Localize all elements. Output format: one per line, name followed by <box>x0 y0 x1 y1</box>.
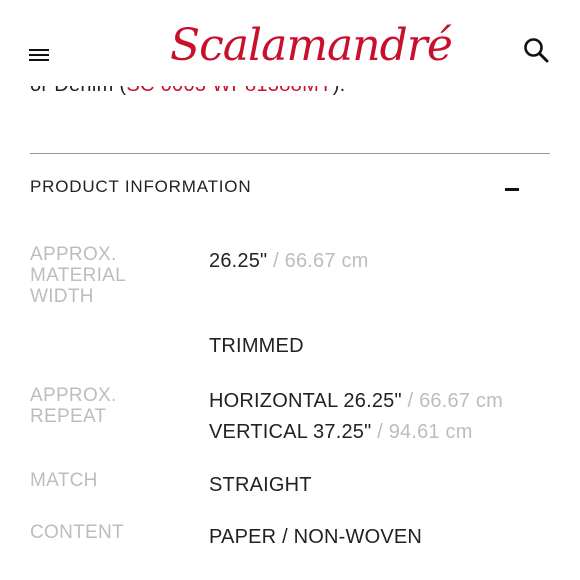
vertical-repeat-value: VERTICAL 37.25" / 94.61 cm <box>209 417 473 448</box>
finish-value: TRIMMED <box>209 335 304 357</box>
vertical-repeat-imperial: VERTICAL 37.25" <box>209 421 372 443</box>
vertical-repeat-metric: 94.61 cm <box>388 421 473 443</box>
product-information-heading[interactable]: PRODUCT INFORMATION <box>30 177 251 197</box>
material-width-value: 26.25" / 66.67 cm <box>209 246 369 277</box>
material-width-imperial: 26.25" <box>209 250 268 272</box>
unit-separator: / <box>407 390 414 412</box>
match-label: MATCH <box>30 470 98 491</box>
brand-logo[interactable]: Scalamandré <box>170 14 453 78</box>
horizontal-repeat-imperial: HORIZONTAL 26.25" <box>209 390 402 412</box>
content-label: CONTENT <box>30 522 124 543</box>
repeat-label: APPROX. REPEAT <box>30 385 117 427</box>
product-page: or Denim (SC 0003 WP81388MY). Scalamandr… <box>0 0 580 580</box>
horizontal-repeat-metric: 66.67 cm <box>419 390 503 412</box>
minus-icon[interactable] <box>505 178 525 198</box>
unit-separator: / <box>377 421 383 443</box>
match-value: STRAIGHT <box>209 474 312 496</box>
site-header: Scalamandré <box>0 0 580 86</box>
horizontal-repeat-value: HORIZONTAL 26.25" / 66.67 cm <box>209 386 503 417</box>
material-width-metric: 66.67 cm <box>284 250 369 272</box>
search-icon[interactable] <box>522 36 550 64</box>
section-divider <box>30 153 550 154</box>
unit-separator: / <box>273 250 279 272</box>
content-value: PAPER / NON-WOVEN <box>209 526 423 548</box>
hamburger-menu-icon[interactable] <box>29 47 49 63</box>
material-width-label: APPROX. MATERIAL WIDTH <box>30 244 126 307</box>
